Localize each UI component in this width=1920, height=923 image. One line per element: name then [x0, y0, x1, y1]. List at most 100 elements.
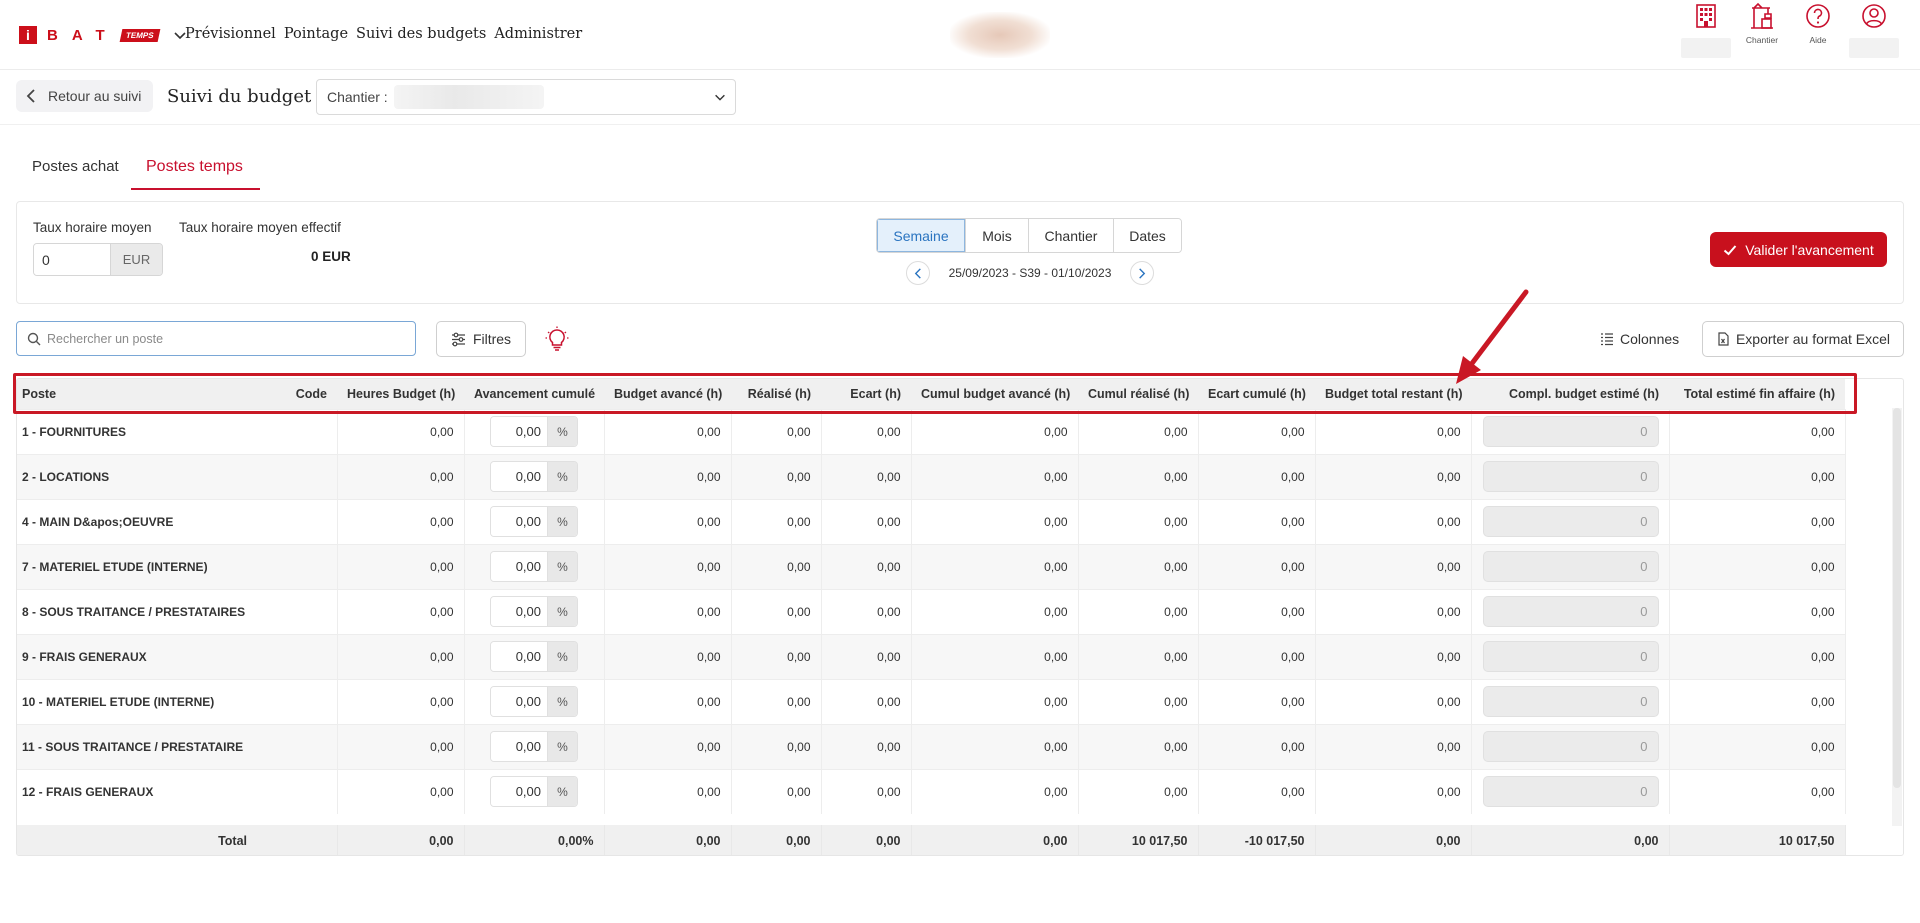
- compl-budget-input[interactable]: 0: [1482, 506, 1659, 537]
- avancement-group: 0,00%: [490, 641, 578, 672]
- avancement-input[interactable]: 0,00: [491, 507, 547, 536]
- table-row[interactable]: 10 - MATERIEL ETUDE (INTERNE) 0,00 0,00% 0,…: [17, 678, 1846, 724]
- period-dates-button[interactable]: Dates: [1113, 219, 1181, 252]
- avancement-input[interactable]: 0,00: [491, 732, 547, 761]
- col-header-total-estime-fin-affaire[interactable]: Total estimé fin affaire (h): [1669, 379, 1845, 409]
- avancement-input[interactable]: 0,00: [491, 687, 547, 716]
- ibat-temps-logo[interactable]: i BAT TEMPS: [19, 26, 188, 44]
- avancement-input[interactable]: 0,00: [491, 642, 547, 671]
- colonnes-button[interactable]: Colonnes: [1600, 321, 1679, 357]
- row-cumul-budget-avance: 0,00: [911, 768, 1079, 814]
- period-mois-button[interactable]: Mois: [965, 219, 1028, 252]
- compl-budget-input[interactable]: 0: [1482, 686, 1659, 717]
- col-header-ecart-cumule[interactable]: Ecart cumulé (h): [1198, 379, 1315, 409]
- nav-administrer[interactable]: Administrer: [494, 26, 582, 42]
- aide-icon-label: Aide: [1809, 35, 1827, 45]
- table-row[interactable]: 1 - FOURNITURES 0,00 0,00% 0,00 0,00 0,00 0,00…: [17, 408, 1846, 454]
- table-body: 1 - FOURNITURES 0,00 0,00% 0,00 0,00 0,00 0,00…: [17, 408, 1846, 814]
- tab-postes-temps[interactable]: Postes temps: [146, 158, 243, 176]
- avancement-group: 0,00%: [490, 776, 578, 808]
- row-cumul-budget-avance: 0,00: [911, 498, 1079, 544]
- avancement-input-group: 0,00%: [475, 641, 594, 672]
- period-semaine-button[interactable]: Semaine: [877, 219, 965, 252]
- search-input[interactable]: [47, 331, 387, 346]
- row-heures-budget: 0,00: [337, 453, 465, 499]
- lightbulb-icon[interactable]: [545, 326, 569, 352]
- compl-budget-input[interactable]: 0: [1482, 416, 1659, 447]
- percent-unit: %: [547, 597, 577, 626]
- row-avancement: 0,00%: [464, 768, 605, 814]
- nav-suivi-des-budgets[interactable]: Suivi des budgets: [356, 26, 486, 42]
- table-row[interactable]: 9 - FRAIS GENERAUX 0,00 0,00% 0,00 0,00 0,00 0…: [17, 633, 1846, 679]
- compl-budget-input[interactable]: 0: [1482, 596, 1659, 627]
- table-row[interactable]: 11 - SOUS TRAITANCE / PRESTATAIRE 0,00 0,0…: [17, 723, 1846, 769]
- avancement-input[interactable]: 0,00: [491, 552, 547, 581]
- col-header-code[interactable]: Code: [257, 379, 337, 409]
- chevron-left-icon: [914, 267, 921, 279]
- export-excel-button[interactable]: Exporter au format Excel: [1702, 321, 1904, 357]
- row-realise: 0,00: [731, 768, 822, 814]
- row-ecart-cumule: 0,00: [1198, 678, 1316, 724]
- scrollbar-thumb[interactable]: [1893, 408, 1901, 788]
- top-building-button[interactable]: [1680, 0, 1732, 60]
- taux-horaire-input[interactable]: 0: [34, 244, 110, 275]
- table-row[interactable]: 8 - SOUS TRAITANCE / PRESTATAIRES 0,00 0,0…: [17, 588, 1846, 634]
- avancement-input[interactable]: 0,00: [491, 417, 547, 446]
- row-poste: 11 - SOUS TRAITANCE / PRESTATAIRE: [17, 723, 257, 769]
- col-header-budget-total-restant[interactable]: Budget total restant (h): [1315, 379, 1471, 409]
- col-header-realise[interactable]: Réalisé (h): [731, 379, 821, 409]
- tab-postes-achat[interactable]: Postes achat: [32, 158, 119, 175]
- avancement-input-group: 0,00%: [475, 596, 594, 627]
- previous-week-button[interactable]: [906, 261, 930, 285]
- table-header-row: Poste Code Heures Budget (h) Avancement …: [17, 379, 1845, 409]
- avancement-input[interactable]: 0,00: [491, 462, 547, 491]
- compl-budget-input[interactable]: 0: [1482, 731, 1659, 762]
- row-avancement: 0,00%: [464, 453, 605, 499]
- chantier-select[interactable]: Chantier :: [316, 79, 736, 115]
- nav-pointage[interactable]: Pointage: [284, 26, 348, 42]
- top-chantier-button[interactable]: Chantier: [1736, 0, 1788, 60]
- valider-avancement-button[interactable]: Valider l'avancement: [1710, 232, 1887, 267]
- row-cumul-realise: 0,00: [1078, 408, 1199, 454]
- row-code: [257, 678, 338, 724]
- period-chantier-button[interactable]: Chantier: [1028, 219, 1113, 252]
- row-total-estime: 0,00: [1669, 408, 1846, 454]
- row-realise: 0,00: [731, 633, 822, 679]
- filtres-button[interactable]: Filtres: [436, 321, 526, 357]
- table-row[interactable]: 7 - MATERIEL ETUDE (INTERNE) 0,00 0,00% 0,0…: [17, 543, 1846, 589]
- avancement-input-group: 0,00%: [475, 461, 594, 492]
- row-avancement: 0,00%: [464, 543, 605, 589]
- avancement-group: 0,00%: [490, 551, 578, 582]
- row-ecart-cumule: 0,00: [1198, 498, 1316, 544]
- table-row[interactable]: 2 - LOCATIONS 0,00 0,00% 0,00 0,00 0,00 0,00 0,…: [17, 453, 1846, 499]
- back-to-suivi-button[interactable]: Retour au suivi: [16, 80, 154, 112]
- top-user-button[interactable]: [1848, 0, 1900, 60]
- compl-budget-input[interactable]: 0: [1482, 551, 1659, 582]
- row-cumul-realise: 0,00: [1078, 723, 1199, 769]
- col-header-poste[interactable]: Poste: [17, 379, 257, 409]
- col-header-heures-budget[interactable]: Heures Budget (h): [337, 379, 464, 409]
- table-row[interactable]: 12 - FRAIS GENERAUX 0,00 0,00% 0,00 0,00 0,00…: [17, 768, 1846, 814]
- taux-horaire-unit: EUR: [110, 244, 162, 275]
- row-compl-budget: 0: [1471, 543, 1670, 589]
- table-scrollbar[interactable]: [1892, 408, 1902, 826]
- table-row[interactable]: 4 - MAIN D&apos;OEUVRE 0,00 0,00% 0,00 0,00 0…: [17, 498, 1846, 544]
- col-header-avancement-cumule[interactable]: Avancement cumulé: [464, 379, 604, 409]
- col-header-compl-budget-estime[interactable]: Compl. budget estimé (h): [1471, 379, 1669, 409]
- compl-budget-input[interactable]: 0: [1482, 641, 1659, 672]
- nav-previsionnel[interactable]: Prévisionnel: [185, 26, 276, 42]
- logo-i-mark: i: [19, 26, 37, 44]
- avancement-input[interactable]: 0,00: [491, 597, 547, 626]
- next-week-button[interactable]: [1129, 261, 1154, 285]
- top-aide-button[interactable]: Aide: [1792, 0, 1844, 60]
- col-header-cumul-budget-avance[interactable]: Cumul budget avancé (h): [911, 379, 1078, 409]
- avancement-input[interactable]: 0,00: [491, 777, 547, 807]
- compl-budget-input[interactable]: 0: [1482, 776, 1659, 808]
- compl-budget-input[interactable]: 0: [1482, 461, 1659, 492]
- row-ecart: 0,00: [821, 588, 912, 634]
- col-header-budget-avance[interactable]: Budget avancé (h): [604, 379, 731, 409]
- col-header-ecart[interactable]: Ecart (h): [821, 379, 911, 409]
- col-header-cumul-realise[interactable]: Cumul réalisé (h): [1078, 379, 1198, 409]
- row-heures-budget: 0,00: [337, 498, 465, 544]
- row-cumul-budget-avance: 0,00: [911, 588, 1079, 634]
